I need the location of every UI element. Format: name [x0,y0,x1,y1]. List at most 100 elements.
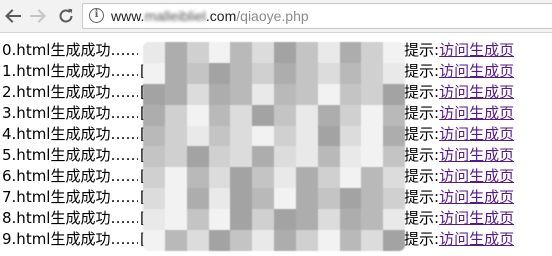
address-bar[interactable]: i www.malleibliel.com/qiaoye.php [82,3,552,29]
mosaic-cell [230,230,253,251]
mosaic-cell [186,125,209,147]
tip-label: 提示: [404,83,440,101]
generated-status-text: 4.html生成成功…… [2,125,138,143]
mosaic-cell [339,188,362,210]
mosaic-cell [230,83,253,105]
mosaic-cell [383,230,405,251]
mosaic-cell [339,42,362,63]
mosaic-cell [383,167,405,189]
mosaic-cell [295,188,318,210]
mosaic-cell [186,104,209,126]
mosaic-cell [252,104,274,126]
visit-generated-page-link[interactable]: 访问生成页 [439,209,514,227]
mosaic-cell [208,104,231,126]
url-text[interactable]: www.malleibliel.com/qiaoye.php [111,8,309,24]
mosaic-cell [274,62,296,84]
reload-button[interactable] [55,5,77,27]
mosaic-cell [230,104,253,126]
mosaic-cell [208,146,231,168]
mosaic-cell [361,62,384,84]
mosaic-cell [339,125,362,147]
url-path: /qiaoye.php [236,8,309,24]
mosaic-cell [317,167,340,189]
visit-generated-page-link[interactable]: 访问生成页 [439,146,514,164]
tip-label: 提示: [404,167,440,185]
mosaic-cell [230,62,253,84]
mosaic-cell [274,146,296,168]
mosaic-cell [383,125,405,147]
mosaic-cell [383,62,405,84]
mosaic-cell [186,230,209,251]
mosaic-cell [295,104,318,126]
generated-status-text: 6.html生成成功…… [2,167,138,185]
mosaic-cell [164,104,187,126]
mosaic-cell [230,188,253,210]
tip-section: 提示:访问生成页 [404,61,514,82]
mosaic-cell [295,167,318,189]
mosaic-cell [361,125,384,147]
mosaic-cell [295,62,318,84]
mosaic-cell [230,146,253,168]
generated-status-text: 5.html生成成功…… [2,146,138,164]
info-icon[interactable]: i [89,8,104,23]
visit-generated-page-link[interactable]: 访问生成页 [439,125,514,143]
tip-section: 提示:访问生成页 [404,124,514,145]
mosaic-cell [186,83,209,105]
tip-section: 提示:访问生成页 [404,208,514,229]
mosaic-cell [274,167,296,189]
mosaic-cell [383,188,405,210]
visit-generated-page-link[interactable]: 访问生成页 [439,62,514,80]
visit-generated-page-link[interactable]: 访问生成页 [439,188,514,206]
mosaic-cell [252,230,274,251]
mosaic-cell [361,167,384,189]
tip-section: 提示:访问生成页 [404,166,514,187]
mosaic-cell [361,83,384,105]
visit-generated-page-link[interactable]: 访问生成页 [439,83,514,101]
url-host-blurred: malleibliel [144,8,206,24]
mosaic-cell [208,62,231,84]
generated-status-text: 1.html生成成功…… [2,62,138,80]
generated-status-text: 3.html生成成功…… [2,104,138,122]
mosaic-cell [317,230,340,251]
mosaic-cell [252,146,274,168]
mosaic-cell [317,42,340,63]
mosaic-cell [317,188,340,210]
back-arrow-icon [5,9,21,23]
mosaic-cell [143,146,165,168]
back-button[interactable] [2,5,24,27]
mosaic-cell [361,146,384,168]
generated-status-text: 7.html生成成功…… [2,188,138,206]
url-host-prefix: www. [111,8,145,24]
visit-generated-page-link[interactable]: 访问生成页 [439,41,514,59]
mosaic-cell [317,83,340,105]
mosaic-cell [230,125,253,147]
mosaic-cell [208,167,231,189]
url-host: www.malleibliel.com [111,8,236,24]
mosaic-cell [317,104,340,126]
visit-generated-page-link[interactable]: 访问生成页 [439,167,514,185]
mosaic-cell [339,146,362,168]
visit-generated-page-link[interactable]: 访问生成页 [439,230,514,248]
mosaic-cell [274,42,296,63]
mosaic-cell [361,188,384,210]
mosaic-cell [143,104,165,126]
mosaic-cell [143,42,165,63]
mosaic-cell [164,188,187,210]
mosaic-cell [186,209,209,231]
tip-section: 提示:访问生成页 [404,82,514,103]
mosaic-cell [164,209,187,231]
mosaic-cell [143,230,165,251]
mosaic-cell [295,83,318,105]
visit-generated-page-link[interactable]: 访问生成页 [439,104,514,122]
mosaic-cell [164,62,187,84]
tip-label: 提示: [404,146,440,164]
mosaic-cell [361,104,384,126]
mosaic-cell [143,62,165,84]
tip-label: 提示: [404,209,440,227]
mosaic-cell [339,230,362,251]
mosaic-cell [208,188,231,210]
mosaic-cell [252,83,274,105]
mosaic-cell [186,146,209,168]
mosaic-cell [208,83,231,105]
forward-button[interactable] [27,5,49,27]
